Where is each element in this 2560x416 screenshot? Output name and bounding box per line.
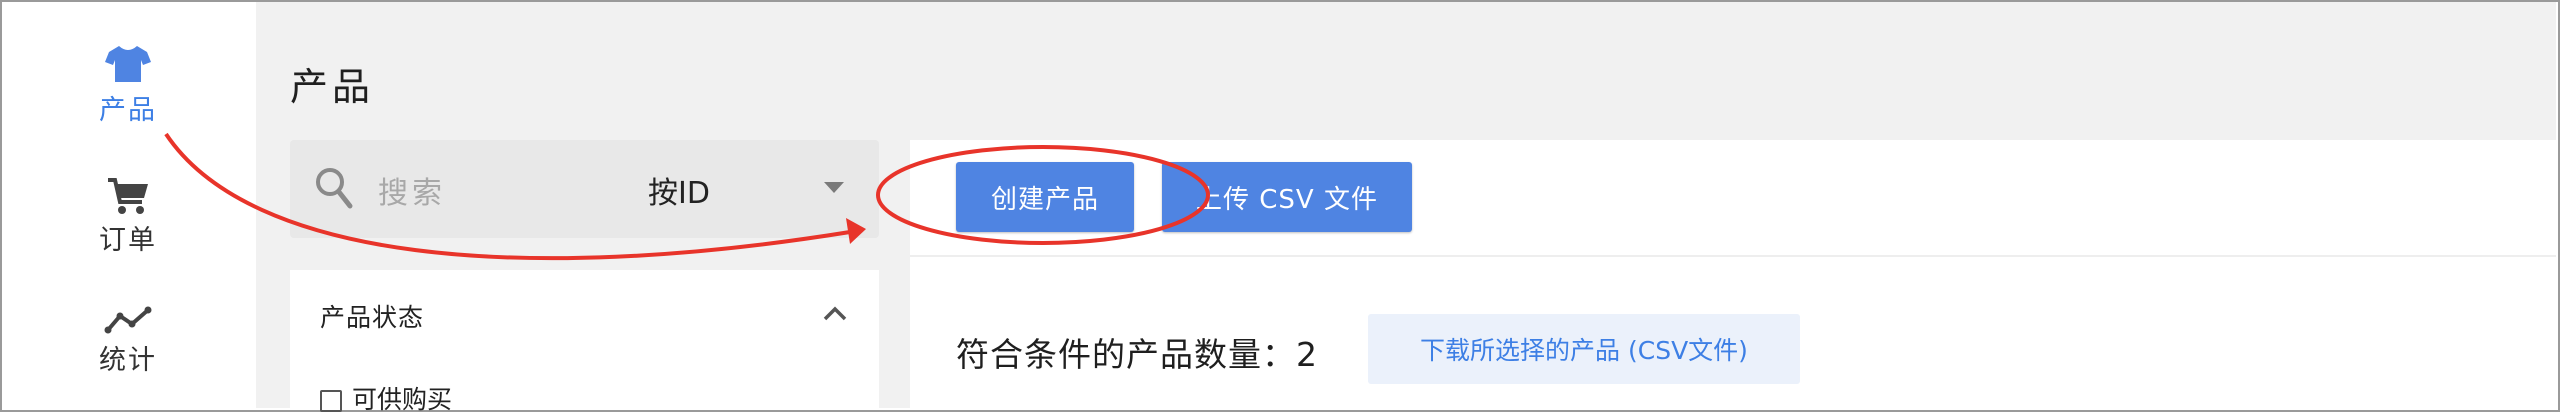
toolbar-divider	[910, 255, 2556, 257]
product-count-label: 符合条件的产品数量：	[956, 335, 1296, 374]
product-count: 符合条件的产品数量：2	[956, 328, 1318, 376]
filter-option-label: 可供购买	[352, 385, 453, 414]
nav-item-orders[interactable]: 订单	[2, 176, 254, 257]
filter-panel: 产品状态 可供购买	[290, 270, 879, 414]
search-input[interactable]: 搜索	[378, 168, 446, 212]
cart-icon	[108, 178, 148, 214]
nav-item-products[interactable]: 产品	[2, 44, 254, 127]
nav-label-products: 产品	[99, 95, 157, 126]
filter-title: 产品状态	[320, 303, 425, 332]
nav-item-stats[interactable]: 统计	[2, 306, 254, 377]
upload-csv-button[interactable]: 上传 CSV 文件	[1162, 162, 1412, 232]
nav-label-orders: 订单	[99, 225, 157, 256]
create-product-button[interactable]: 创建产品	[956, 162, 1134, 232]
search-icon	[316, 168, 353, 209]
page-title: 产品	[290, 65, 375, 109]
chevron-up-icon[interactable]	[822, 304, 848, 322]
product-count-value: 2	[1296, 335, 1318, 374]
download-selected-csv-button[interactable]: 下载所选择的产品 (CSV文件)	[1368, 314, 1800, 384]
available-checkbox[interactable]	[320, 390, 342, 412]
caret-down-icon[interactable]	[824, 182, 844, 193]
search-mode-select[interactable]: 按ID	[648, 168, 710, 212]
tshirt-icon	[105, 46, 151, 82]
left-nav: 产品 订单 统计	[2, 2, 254, 408]
nav-label-stats: 统计	[99, 345, 157, 376]
chart-line-icon	[104, 306, 152, 334]
filter-option-available[interactable]: 可供购买	[320, 380, 452, 416]
search-bar[interactable]: 搜索 按ID	[290, 140, 879, 238]
